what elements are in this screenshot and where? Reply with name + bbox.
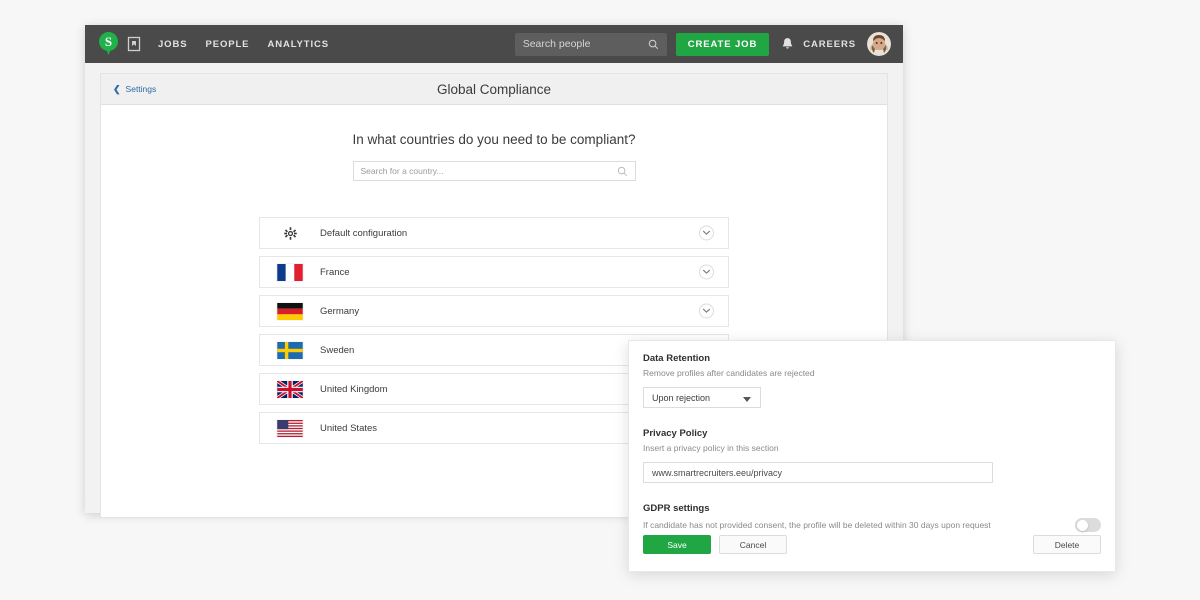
list-item-label: France xyxy=(320,267,350,278)
top-navbar: S JOBS PEOPLE ANALYTICS Search people xyxy=(85,25,903,63)
gdpr-settings-subtitle: If candidate has not provided consent, t… xyxy=(643,520,991,530)
gdpr-toggle[interactable] xyxy=(1075,518,1101,532)
smartrecruiters-logo-icon[interactable]: S xyxy=(99,32,118,56)
row-icon xyxy=(260,264,320,281)
privacy-policy-title: Privacy Policy xyxy=(643,428,1101,439)
privacy-policy-subtitle: Insert a privacy policy in this section xyxy=(643,443,1101,453)
back-link-label: Settings xyxy=(126,84,157,94)
chevron-left-icon: ❮ xyxy=(113,85,121,94)
delete-button[interactable]: Delete xyxy=(1033,535,1101,554)
list-item-label: United States xyxy=(320,423,377,434)
search-icon xyxy=(617,166,628,177)
panel-actions: Save Cancel Delete xyxy=(643,535,1101,554)
nav-link-analytics[interactable]: ANALYTICS xyxy=(267,39,329,50)
gdpr-settings-row: If candidate has not provided consent, t… xyxy=(643,518,1101,532)
data-retention-selected-value: Upon rejection xyxy=(652,393,710,403)
compliance-question: In what countries do you need to be comp… xyxy=(101,132,887,147)
caret-down-icon xyxy=(743,397,751,402)
row-icon xyxy=(260,420,320,437)
data-retention-subtitle: Remove profiles after candidates are rej… xyxy=(643,368,1101,378)
country-search-placeholder: Search for a country... xyxy=(361,166,444,176)
gdpr-settings-title: GDPR settings xyxy=(643,503,1101,514)
flag-germany-icon xyxy=(277,303,303,320)
cancel-button[interactable]: Cancel xyxy=(719,535,787,554)
page-header: ❮ Settings Global Compliance xyxy=(101,74,887,105)
search-people-placeholder: Search people xyxy=(523,38,591,50)
careers-link[interactable]: CAREERS xyxy=(803,39,856,50)
spacer xyxy=(643,408,1101,428)
chevron-down-icon xyxy=(703,309,710,314)
expand-row-button[interactable] xyxy=(699,304,714,319)
nav-link-people[interactable]: PEOPLE xyxy=(205,39,249,50)
page-title: Global Compliance xyxy=(101,82,887,97)
list-item[interactable]: France xyxy=(259,256,729,288)
country-search-input[interactable]: Search for a country... xyxy=(353,161,636,181)
search-icon xyxy=(648,39,659,50)
save-button[interactable]: Save xyxy=(643,535,711,554)
chevron-down-icon xyxy=(703,270,710,275)
row-icon xyxy=(260,303,320,320)
list-item-label: Sweden xyxy=(320,345,354,356)
privacy-policy-input[interactable]: www.smartrecruiters.eeu/privacy xyxy=(643,462,993,483)
create-job-button[interactable]: CREATE JOB xyxy=(676,33,770,56)
list-item-label: United Kingdom xyxy=(320,384,388,395)
list-item[interactable]: Germany xyxy=(259,295,729,327)
nav-link-jobs[interactable]: JOBS xyxy=(158,39,187,50)
data-retention-title: Data Retention xyxy=(643,353,1101,364)
flag-sweden-icon xyxy=(277,342,303,359)
flag-france-icon xyxy=(277,264,303,281)
bookmark-icon[interactable] xyxy=(127,36,141,52)
flag-united-states-icon xyxy=(277,420,303,437)
back-to-settings-link[interactable]: ❮ Settings xyxy=(113,84,156,94)
search-people-input[interactable]: Search people xyxy=(515,33,667,56)
list-item[interactable]: Default configuration xyxy=(259,217,729,249)
navbar-right-group: Search people CREATE JOB CAREERS xyxy=(515,32,891,56)
expand-row-button[interactable] xyxy=(699,265,714,280)
logo-letter: S xyxy=(99,32,118,51)
notification-bell-icon[interactable] xyxy=(781,37,794,52)
avatar-image xyxy=(867,32,891,56)
chevron-down-icon xyxy=(703,231,710,236)
row-icon xyxy=(260,227,320,240)
data-retention-select[interactable]: Upon rejection xyxy=(643,387,761,408)
screen: S JOBS PEOPLE ANALYTICS Search people xyxy=(0,0,1200,600)
user-avatar[interactable] xyxy=(867,32,891,56)
country-settings-panel: Data Retention Remove profiles after can… xyxy=(628,340,1116,572)
spacer xyxy=(643,483,1101,503)
row-icon xyxy=(260,342,320,359)
list-item-label: Germany xyxy=(320,306,359,317)
list-item-label: Default configuration xyxy=(320,228,407,239)
gdpr-toggle-knob xyxy=(1077,520,1088,531)
row-icon xyxy=(260,381,320,398)
nav-links: JOBS PEOPLE ANALYTICS xyxy=(158,39,329,50)
flag-united-kingdom-icon xyxy=(277,381,303,398)
gear-icon xyxy=(284,227,297,240)
expand-row-button[interactable] xyxy=(699,226,714,241)
